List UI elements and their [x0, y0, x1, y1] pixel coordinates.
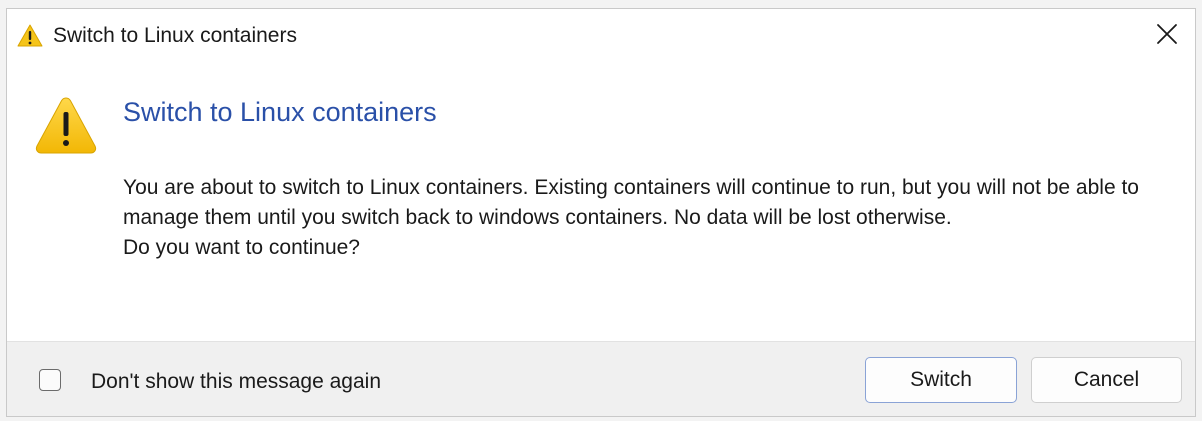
switch-button[interactable]: Switch	[865, 357, 1017, 403]
dialog-window: Switch to Linux containers Switch to Lin…	[6, 8, 1196, 417]
warning-icon	[17, 23, 43, 49]
message-text: You are about to switch to Linux contain…	[123, 176, 1139, 229]
close-button[interactable]	[1143, 13, 1191, 59]
title-bar: Switch to Linux containers	[7, 9, 1195, 65]
message-question: Do you want to continue?	[123, 236, 360, 259]
close-icon	[1156, 23, 1178, 50]
dont-show-again-checkbox[interactable]	[39, 369, 61, 391]
dialog-footer: Don't show this message again Switch Can…	[7, 341, 1195, 416]
dialog-message: You are about to switch to Linux contain…	[123, 173, 1163, 263]
cancel-button[interactable]: Cancel	[1031, 357, 1182, 403]
dont-show-again-label[interactable]: Don't show this message again	[91, 369, 381, 395]
warning-icon	[34, 94, 98, 156]
dialog-content: Switch to Linux containers You are about…	[7, 65, 1195, 341]
window-title: Switch to Linux containers	[53, 24, 297, 47]
dialog-heading: Switch to Linux containers	[123, 97, 437, 127]
